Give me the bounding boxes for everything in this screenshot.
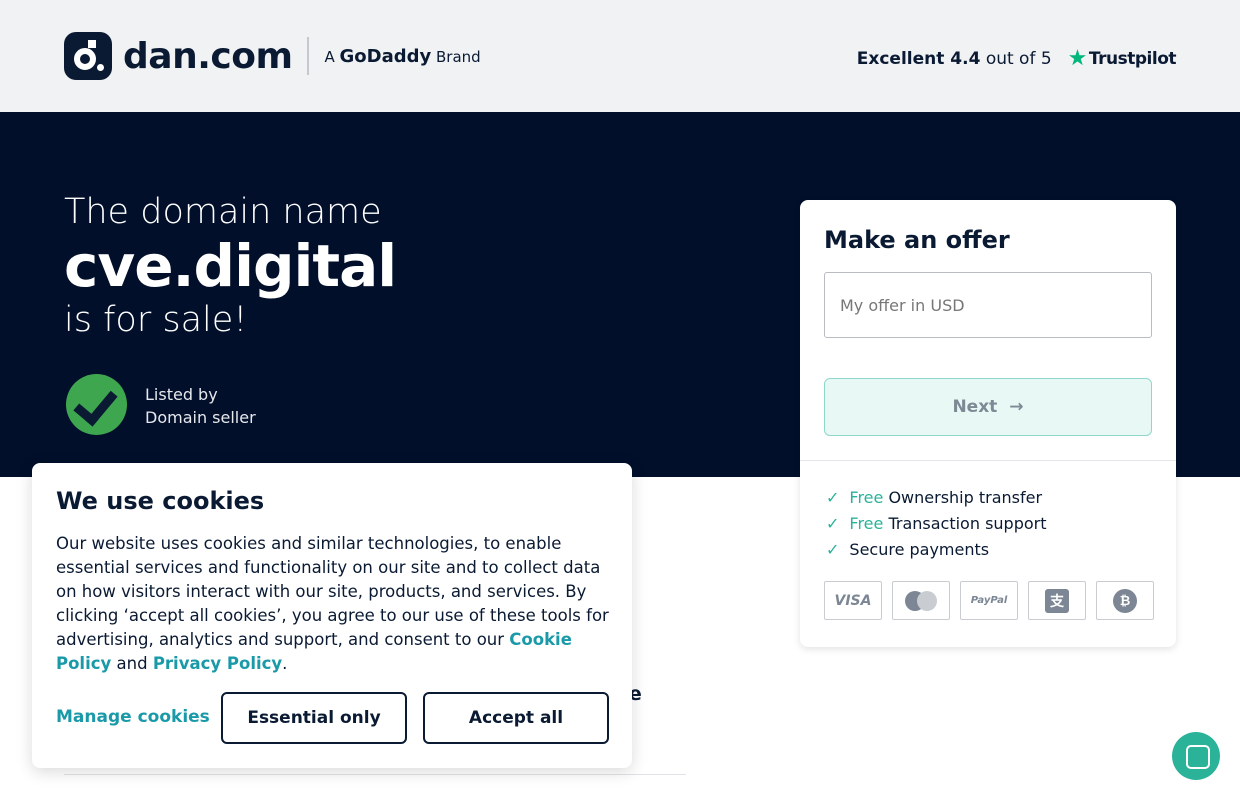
trustpilot-rating[interactable]: Excellent 4.4 out of 5 ★ Trustpilot: [856, 46, 1177, 71]
next-button[interactable]: Next →: [824, 378, 1152, 436]
manage-cookies-link[interactable]: Manage cookies: [56, 707, 210, 727]
domain-name: cve.digital: [64, 232, 397, 300]
check-icon: ✓: [826, 540, 840, 559]
essential-only-button[interactable]: Essential only: [221, 692, 407, 744]
header: dan.com A GoDaddy Brand Excellent 4.4 ou…: [0, 0, 1240, 112]
dan-logo[interactable]: dan.com A GoDaddy Brand: [64, 32, 481, 80]
paypal-icon: PayPal: [960, 581, 1018, 620]
divider: [64, 774, 686, 775]
feature-item: ✓ Secure payments: [826, 540, 990, 559]
star-icon: ★: [1067, 46, 1088, 71]
offer-title: Make an offer: [824, 226, 1010, 254]
cookie-text: Our website uses cookies and similar tec…: [56, 534, 609, 673]
cookie-title: We use cookies: [56, 487, 265, 515]
privacy-policy-link[interactable]: Privacy Policy: [153, 654, 282, 673]
mastercard-icon: [892, 581, 950, 620]
logo-divider: [307, 37, 310, 75]
payment-methods: VISA PayPal 支 ₿: [824, 581, 1154, 620]
logo-text: dan.com: [123, 35, 293, 77]
feature-item: ✓ Free Transaction support: [826, 514, 1047, 533]
offer-input[interactable]: [824, 272, 1152, 338]
bitcoin-icon: ₿: [1096, 581, 1154, 620]
chat-button[interactable]: [1172, 732, 1220, 780]
godaddy-brand: A GoDaddy Brand: [324, 45, 481, 67]
dan-logo-icon: [64, 32, 112, 80]
trustpilot-logo: ★ Trustpilot: [1067, 46, 1177, 71]
divider: [800, 460, 1176, 461]
rating-score: Excellent 4.4: [856, 48, 981, 69]
rating-suffix: out of 5: [985, 48, 1052, 69]
check-icon: ✓: [826, 514, 840, 533]
hero-line1: The domain name: [64, 192, 382, 232]
hero-line3: is for sale!: [64, 300, 248, 340]
arrow-right-icon: →: [1009, 397, 1024, 417]
visa-icon: VISA: [824, 581, 882, 620]
cookie-banner: We use cookies Our website uses cookies …: [32, 463, 632, 768]
verified-check-icon: [66, 374, 127, 435]
accept-all-button[interactable]: Accept all: [423, 692, 609, 744]
listed-by: Listed by Domain seller: [145, 385, 256, 427]
check-icon: ✓: [826, 488, 840, 507]
feature-item: ✓ Free Ownership transfer: [826, 488, 1043, 507]
feature-list: ✓ Free Ownership transfer ✓ Free Transacti…: [826, 485, 1047, 563]
offer-card: Make an offer Next→ ✓Free Ownership tran…: [800, 200, 1176, 647]
alipay-icon: 支: [1028, 581, 1086, 620]
